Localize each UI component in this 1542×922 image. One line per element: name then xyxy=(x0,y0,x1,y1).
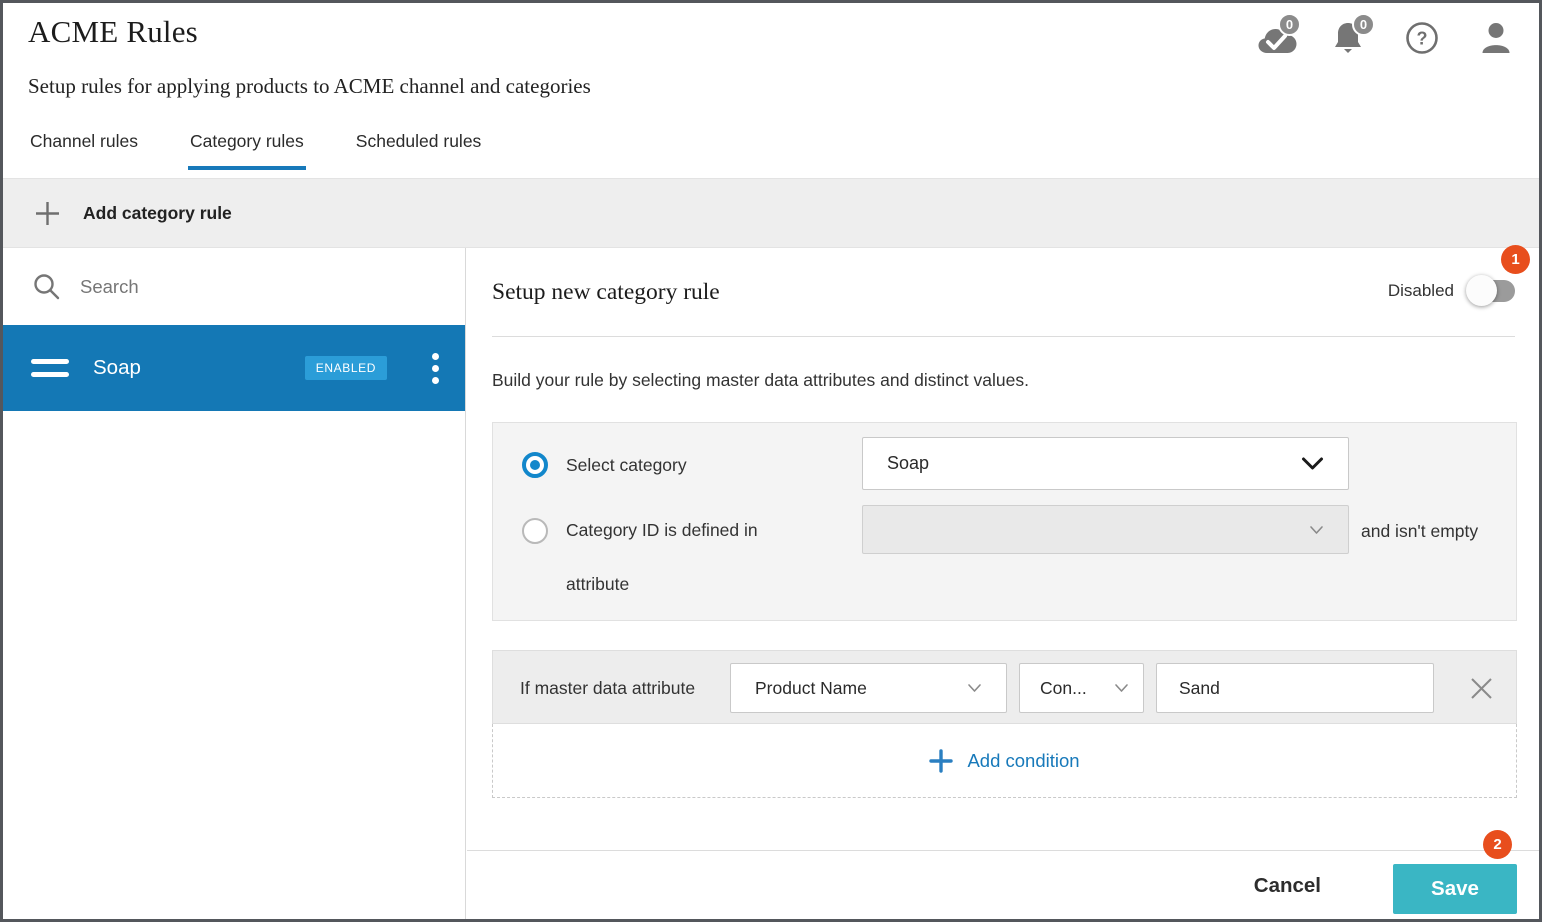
add-category-rule-button[interactable]: Add category rule xyxy=(3,178,1539,248)
tab-channel-rules[interactable]: Channel rules xyxy=(28,127,140,172)
condition-attribute-value: Product Name xyxy=(755,678,867,699)
condition-operator-value: Con... xyxy=(1040,678,1087,699)
disabled-toggle[interactable] xyxy=(1469,280,1515,302)
isnt-empty-label: and isn't empty xyxy=(1361,521,1478,542)
panel-title: Setup new category rule xyxy=(492,279,720,306)
radio-select-category-label: Select category xyxy=(566,455,687,476)
callout-badge-1: 1 xyxy=(1501,245,1530,274)
bell-count-badge: 0 xyxy=(1352,13,1375,36)
cancel-button[interactable]: Cancel xyxy=(1254,874,1321,898)
add-condition-label: Add condition xyxy=(967,750,1079,772)
radio-category-id-attribute-label: Category ID is defined in attribute xyxy=(566,503,801,611)
radio-category-id-attribute[interactable] xyxy=(522,518,548,544)
svg-text:?: ? xyxy=(1417,29,1428,49)
header-icons: 0 0 ? xyxy=(1257,17,1515,55)
search-input[interactable] xyxy=(80,276,380,298)
status-badge: ENABLED xyxy=(305,356,387,380)
rule-state-toggle-group: Disabled xyxy=(1388,280,1515,302)
chevron-down-icon xyxy=(1301,457,1324,471)
page-subtitle: Setup rules for applying products to ACM… xyxy=(28,74,591,99)
tab-category-rules[interactable]: Category rules xyxy=(188,127,306,172)
condition-row: If master data attribute Product Name Co… xyxy=(492,650,1517,724)
drag-handle-icon[interactable] xyxy=(31,359,69,377)
toggle-label: Disabled xyxy=(1388,281,1454,301)
category-dropdown[interactable]: Soap xyxy=(862,437,1349,490)
app-window: ACME Rules Setup rules for applying prod… xyxy=(0,0,1542,922)
rule-list-item-soap[interactable]: Soap ENABLED xyxy=(3,325,465,411)
tab-bar: Channel rules Category rules Scheduled r… xyxy=(28,127,483,172)
chevron-down-icon xyxy=(1309,525,1324,535)
chevron-down-icon xyxy=(1114,683,1129,693)
cloud-count-badge: 0 xyxy=(1278,13,1301,36)
page-title: ACME Rules xyxy=(28,14,198,50)
help-icon[interactable]: ? xyxy=(1405,17,1441,55)
plus-icon xyxy=(929,749,953,773)
category-selection-box: Select category Soap Category ID is defi… xyxy=(492,422,1517,621)
user-icon[interactable] xyxy=(1479,17,1515,55)
kebab-menu-icon[interactable] xyxy=(430,351,441,386)
rule-description: Build your rule by selecting master data… xyxy=(492,370,1029,391)
rule-editor-panel: 1 Setup new category rule Disabled Build… xyxy=(467,248,1539,919)
conditions-box: If master data attribute Product Name Co… xyxy=(492,650,1517,798)
condition-attribute-dropdown[interactable]: Product Name xyxy=(730,663,1007,713)
bell-icon[interactable]: 0 xyxy=(1331,17,1367,55)
plus-icon xyxy=(34,200,61,227)
tab-scheduled-rules[interactable]: Scheduled rules xyxy=(354,127,484,172)
attribute-source-dropdown[interactable] xyxy=(862,505,1349,554)
condition-prefix-label: If master data attribute xyxy=(520,678,695,699)
radio-select-category[interactable] xyxy=(522,452,548,478)
add-category-rule-label: Add category rule xyxy=(83,203,232,224)
header-divider xyxy=(492,336,1515,337)
callout-badge-2: 2 xyxy=(1483,830,1512,859)
footer-divider xyxy=(467,850,1539,851)
remove-condition-icon[interactable] xyxy=(1469,676,1494,701)
condition-operator-dropdown[interactable]: Con... xyxy=(1019,663,1144,713)
rule-name: Soap xyxy=(93,356,141,380)
search-row xyxy=(3,248,465,325)
cloud-check-icon[interactable]: 0 xyxy=(1257,17,1293,55)
condition-value-input[interactable] xyxy=(1156,663,1434,713)
toggle-knob xyxy=(1466,275,1497,306)
rules-sidebar: Soap ENABLED xyxy=(3,248,466,919)
save-button[interactable]: Save xyxy=(1393,864,1517,914)
search-icon xyxy=(32,272,61,301)
add-condition-button[interactable]: Add condition xyxy=(492,724,1517,798)
chevron-down-icon xyxy=(967,683,982,693)
category-dropdown-value: Soap xyxy=(887,453,929,474)
